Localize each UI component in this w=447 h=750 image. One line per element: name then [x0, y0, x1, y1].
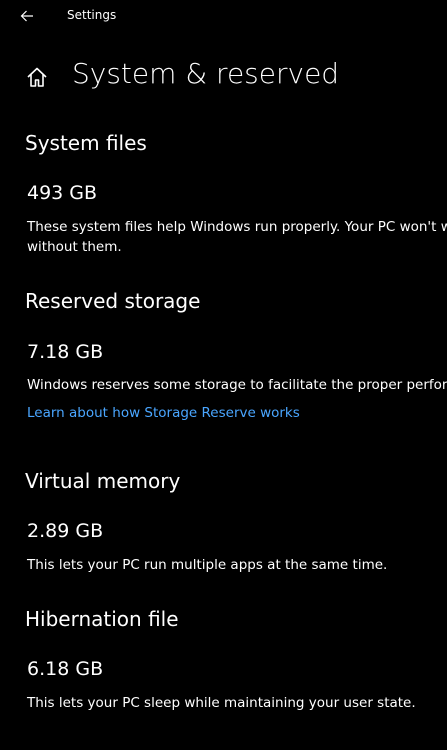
home-button[interactable] — [26, 66, 48, 88]
virtual-memory-heading: Virtual memory — [25, 469, 181, 493]
back-button[interactable] — [10, 2, 44, 30]
page-title: System & reserved — [72, 57, 340, 90]
hibernation-file-description: This lets your PC sleep while maintainin… — [27, 695, 416, 711]
storage-reserve-link[interactable]: Learn about how Storage Reserve works — [27, 405, 300, 421]
app-title: Settings — [67, 8, 117, 22]
system-files-description-line2: without them. — [27, 239, 122, 255]
hibernation-file-size: 6.18 GB — [27, 658, 104, 680]
system-files-size: 493 GB — [27, 182, 98, 204]
virtual-memory-size: 2.89 GB — [27, 520, 104, 542]
system-files-heading: System files — [25, 131, 147, 155]
hibernation-file-heading: Hibernation file — [25, 607, 179, 631]
system-files-description-line1: These system files help Windows run prop… — [27, 219, 447, 235]
reserved-storage-heading: Reserved storage — [25, 289, 201, 313]
reserved-storage-size: 7.18 GB — [27, 341, 104, 363]
virtual-memory-description: This lets your PC run multiple apps at t… — [27, 557, 388, 573]
reserved-storage-description: Windows reserves some storage to facilit… — [27, 377, 447, 393]
back-arrow-icon — [20, 10, 33, 22]
home-icon — [27, 67, 47, 87]
title-bar: Settings — [0, 0, 447, 32]
